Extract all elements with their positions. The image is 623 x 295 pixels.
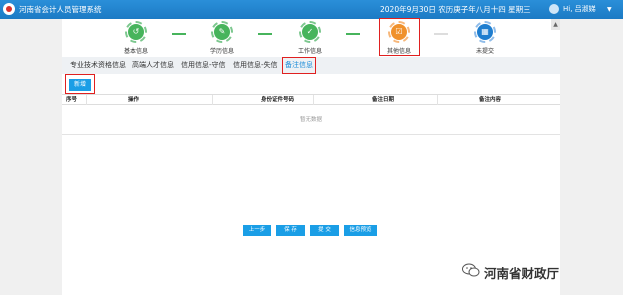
step-label: 工作信息 xyxy=(297,48,322,55)
step-indicator: ↺ 基本信息 ✎ 学历信息 ✓ 工作信息 ☑ 其他信息 ▦ 未提交 xyxy=(62,19,560,55)
preview-button[interactable]: 信息预览 xyxy=(344,225,377,236)
highlight-box-tab xyxy=(282,57,316,74)
step-connector xyxy=(258,33,272,35)
column-header-index: 序号 xyxy=(66,97,78,103)
chevron-down-icon[interactable]: ▼ xyxy=(607,6,612,13)
step-circle: ↺ xyxy=(125,21,147,43)
step-not-submitted[interactable]: ▦ 未提交 xyxy=(455,19,515,55)
tag-icon: ✓ xyxy=(302,24,318,40)
wechat-icon xyxy=(462,263,480,277)
user-name[interactable]: Hi, 吕淑娣 xyxy=(563,4,596,14)
logo-icon xyxy=(3,3,15,15)
step-work-info[interactable]: ✓ 工作信息 xyxy=(280,19,340,55)
step-circle: ✎ xyxy=(211,21,233,43)
tab-credit-untrustworthy[interactable]: 信用信息-失信 xyxy=(233,57,278,74)
tab-credit-trustworthy[interactable]: 信用信息-守信 xyxy=(181,57,226,74)
edit-icon: ✎ xyxy=(214,24,230,40)
column-divider xyxy=(313,95,314,105)
top-bar: 河南省会计人员管理系统 2020年9月30日 农历庚子年八月十四 星期三 Hi,… xyxy=(0,0,623,19)
history-icon: ↺ xyxy=(128,24,144,40)
column-divider xyxy=(437,95,438,105)
user-avatar-icon[interactable] xyxy=(549,4,559,14)
step-circle: ✓ xyxy=(299,21,321,43)
step-education-info[interactable]: ✎ 学历信息 xyxy=(192,19,252,55)
left-gutter xyxy=(0,19,62,295)
calendar-icon: ▦ xyxy=(477,24,493,40)
column-divider xyxy=(212,95,213,105)
watermark-text: 河南省财政厅 xyxy=(484,266,560,281)
table-header: 序号 操作 身份证件号码 备注日期 备注内容 xyxy=(62,94,560,105)
previous-step-button[interactable]: 上一步 xyxy=(243,225,271,236)
tab-professional-qualification[interactable]: 专业技术资格信息 xyxy=(70,57,126,74)
step-basic-info[interactable]: ↺ 基本信息 xyxy=(106,19,166,55)
highlight-box-step xyxy=(379,18,420,56)
highlight-box-add xyxy=(65,74,95,94)
step-label: 未提交 xyxy=(475,48,494,55)
step-connector xyxy=(172,33,186,35)
step-connector xyxy=(434,33,448,35)
column-header-id-number: 身份证件号码 xyxy=(261,97,295,103)
step-label: 学历信息 xyxy=(209,48,234,55)
step-label: 基本信息 xyxy=(123,48,148,55)
step-circle: ▦ xyxy=(474,21,496,43)
app-title: 河南省会计人员管理系统 xyxy=(19,5,102,14)
submit-button[interactable]: 提 交 xyxy=(310,225,339,236)
date-text: 2020年9月30日 农历庚子年八月十四 星期三 xyxy=(380,5,531,14)
tab-high-end-talent[interactable]: 高端人才信息 xyxy=(132,57,174,74)
empty-table-message: 暂无数据 xyxy=(62,105,560,135)
column-header-action: 操作 xyxy=(128,97,140,103)
column-header-remark-date: 备注日期 xyxy=(372,97,395,103)
column-divider xyxy=(86,95,87,105)
step-connector xyxy=(346,33,360,35)
column-header-remark-content: 备注内容 xyxy=(479,97,502,103)
save-button[interactable]: 保 存 xyxy=(276,225,305,236)
